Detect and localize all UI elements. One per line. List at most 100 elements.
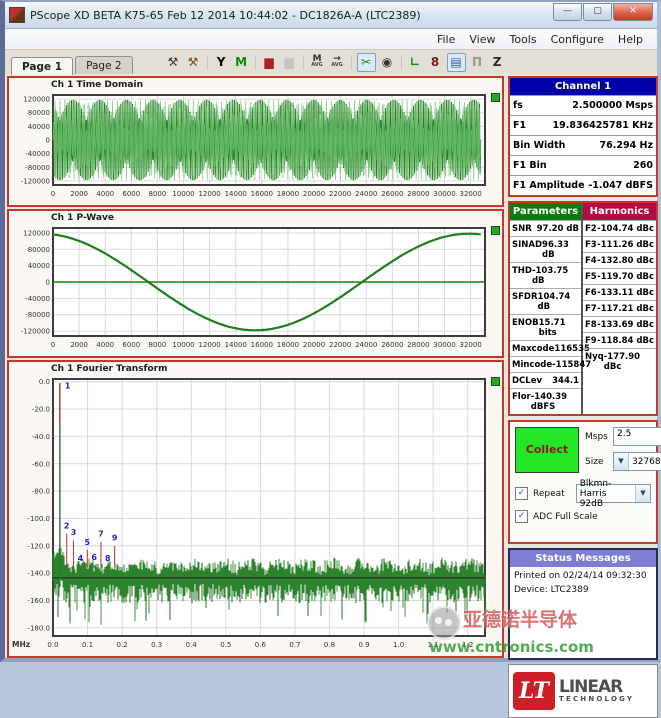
svg-text:-60.0: -60.0 [32,460,50,468]
p-wave-plot: 0200040006000800010000120001400016000180… [9,224,498,350]
svg-text:12000: 12000 [198,190,220,198]
size-dropdown[interactable]: ▼ 32768 [613,452,661,471]
notes-page-icon[interactable]: ▤ [447,53,466,72]
status-line: Device: LTC2389 [514,584,652,598]
harmonic-row-f3: F3-111.26 dBc [583,236,656,252]
camera-icon[interactable]: ◉ [379,54,396,71]
tab-page-1[interactable]: Page 1 [11,57,73,75]
svg-text:1.1: 1.1 [428,641,439,649]
svg-text:2000: 2000 [70,190,88,198]
max-avg-icon[interactable]: MAVG [309,54,326,71]
msps-label: Msps [585,432,609,442]
row-label: F1 Amplitude [513,180,585,191]
row-label: Bin Width [513,140,565,151]
svg-text:24000: 24000 [355,190,377,198]
acquisition-panel: Collect Msps 2.5 Size ▼ 32768 [508,420,658,544]
time-domain-plot: 0200040006000800010000120001400016000180… [9,91,498,199]
tab-row: Page 1Page 2 ⚒⚒ YM ▆▆ MAVG→AVG ✂◉ ∟8▤ΠZ [5,50,657,74]
title-bar[interactable]: PScope XD BETA K75-65 Feb 12 2014 10:44:… [5,2,657,29]
svg-text:30000: 30000 [433,190,455,198]
row-value: -111.26 dBc [597,240,654,250]
svg-text:0.8: 0.8 [324,641,335,649]
repeat-checkbox[interactable]: ✓ [515,487,528,500]
histogram-icon[interactable]: ▆ [261,54,278,71]
row-value: 2.500000 Msps [572,100,653,111]
menu-item-configure[interactable]: Configure [545,31,610,48]
harmonic-row-f8: F8-133.69 dBc [583,316,656,332]
svg-text:0: 0 [46,279,50,287]
chevron-down-icon[interactable]: ▼ [635,485,650,502]
avg-arrow-icon[interactable]: →AVG [329,54,346,71]
parameters-header: Parameters [510,203,581,220]
svg-text:1.0: 1.0 [393,641,404,649]
row-value: -132.80 dBc [597,256,654,266]
status-body: Printed on 02/24/14 09:32:30Device: LTC2… [510,567,656,600]
row-label: F7 [585,304,597,314]
hammer-icon[interactable]: ⚒ [185,54,202,71]
svg-text:120000: 120000 [23,229,50,237]
svg-text:-120.0: -120.0 [27,542,50,550]
row-value: -118.84 dBc [597,336,654,346]
window-dropdown[interactable]: Blkmn-Harris 92dB ▼ [576,484,651,503]
close-button[interactable]: ✕ [613,3,653,21]
minimize-button[interactable]: — [553,3,582,21]
chevron-down-icon[interactable]: ▼ [614,453,629,470]
harmonic-row-f5: F5-119.70 dBc [583,268,656,284]
limit-curve-icon[interactable]: ∟ [407,54,424,71]
svg-text:32000: 32000 [460,341,482,349]
figure8-icon[interactable]: 8 [427,54,444,71]
harmonic-row-f7: F7-117.21 dBc [583,300,656,316]
row-label: F4 [585,256,597,266]
svg-text:16000: 16000 [251,341,273,349]
toolbar-separator [401,55,402,70]
window-m-icon[interactable]: M [233,54,250,71]
menu-bar: FileViewToolsConfigureHelp [5,29,657,50]
collect-button[interactable]: Collect [515,427,579,473]
adc-fullscale-checkbox[interactable]: ✓ [515,510,528,523]
harmonics-header: Harmonics [583,203,656,220]
svg-text:20000: 20000 [303,190,325,198]
main-area: Ch 1 Time Domain 02000400060008000100001… [5,74,657,718]
svg-text:5: 5 [84,538,90,547]
svg-text:40000: 40000 [28,123,50,131]
svg-text:MHz: MHz [12,640,30,649]
svg-text:4000: 4000 [96,190,114,198]
svg-text:10000: 10000 [172,341,194,349]
row-label: F5 [585,272,597,282]
app-icon [9,7,25,23]
channel-info-panel: Channel 1 fs2.500000 MspsF119.836425781 … [508,76,658,197]
status-line: Printed on 02/24/14 09:32:30 [514,570,652,584]
svg-text:-40000: -40000 [25,150,50,158]
tab-page-2[interactable]: Page 2 [75,56,132,74]
svg-text:-100.0: -100.0 [27,515,50,523]
menu-item-help[interactable]: Help [612,31,649,48]
parameter-row-mincode: Mincode-115847 [510,356,581,372]
row-label: F1 Bin [513,160,547,171]
svg-text:0.0: 0.0 [39,378,50,386]
row-value: 15.71 bits [539,318,579,338]
svg-text:40000: 40000 [28,262,50,270]
filter-y-icon[interactable]: Y [213,54,230,71]
maximize-button[interactable]: ▢ [583,3,612,21]
menu-item-file[interactable]: File [431,31,461,48]
parameter-row-dclev: DCLev344.1 [510,372,581,388]
svg-text:26000: 26000 [381,190,403,198]
toolbar-separator [255,55,256,70]
parameter-row-flor: Flor-140.39 dBFS [510,388,581,414]
charts-column: Ch 1 Time Domain 02000400060008000100001… [7,76,504,718]
msps-input[interactable]: 2.5 [613,427,661,446]
menu-item-view[interactable]: View [463,31,501,48]
export-z-icon[interactable]: Z [489,54,506,71]
pliers-icon[interactable]: ✂ [357,53,376,72]
tools-pick-icon[interactable]: ⚒ [165,54,182,71]
pi-icon[interactable]: Π [469,54,486,71]
row-value: 96.33 dB [542,240,579,260]
svg-text:6000: 6000 [122,190,140,198]
logo-sub: TECHNOLOGY [559,695,634,703]
histogram-dim-icon[interactable]: ▆ [281,54,298,71]
menu-item-tools[interactable]: Tools [503,31,542,48]
svg-text:0.4: 0.4 [186,641,198,649]
row-label: Mincode [512,360,552,370]
svg-text:80000: 80000 [28,109,50,117]
p-wave-chart: Ch 1 P-Wave 0200040006000800010000120001… [7,209,504,358]
